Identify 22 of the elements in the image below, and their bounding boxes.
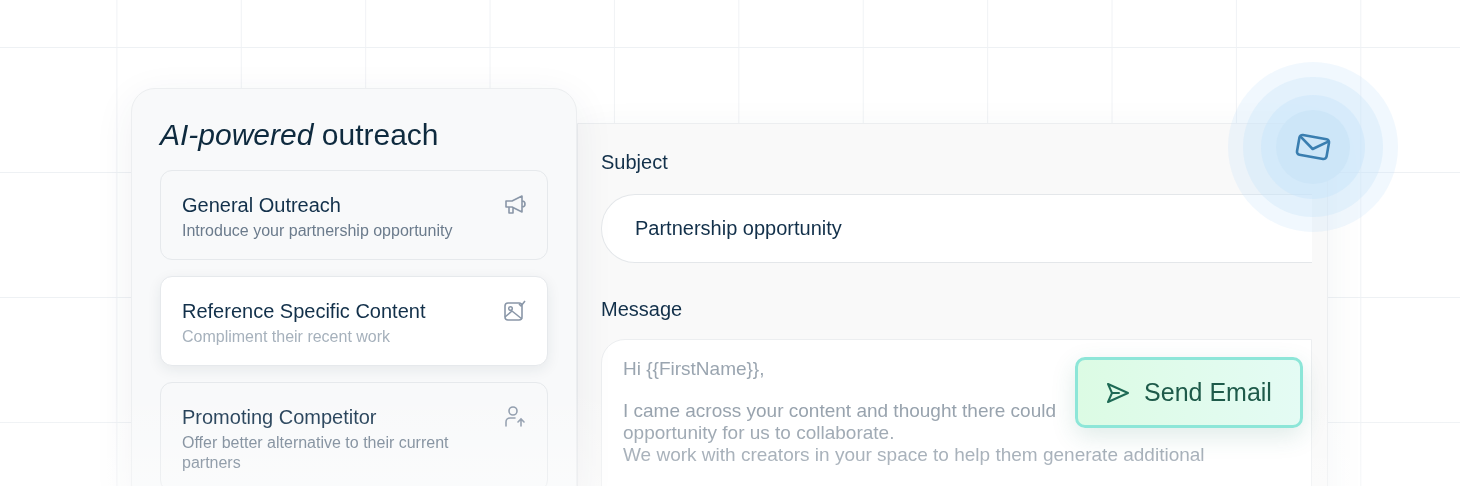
option-title: General Outreach — [182, 193, 342, 217]
message-text: opportunity for us to collaborate. — [623, 422, 896, 444]
send-icon — [1106, 381, 1131, 404]
template-option[interactable]: Reference Specific Content Compliment their recent work — [160, 276, 548, 366]
template-option[interactable]: General Outreach Introduce your partnership opportunity — [160, 170, 548, 260]
subject-field[interactable]: Partnership opportunity — [601, 194, 1312, 263]
option-description: Offer better alternative to their current partners — [182, 433, 450, 473]
user-arrow-icon — [503, 405, 527, 429]
send-email-button[interactable]: Send Email — [1075, 357, 1303, 428]
image-check-icon — [503, 299, 527, 323]
option-description: Compliment their recent work — [182, 327, 392, 347]
message-text: Hi {{FirstName}}, — [623, 358, 766, 380]
message-text: We work with creators in your space to help them generate additional — [623, 444, 1206, 466]
option-title: Promoting Competitor — [182, 405, 378, 429]
megaphone-icon — [503, 193, 527, 217]
option-title: Reference Specific Content — [182, 299, 426, 323]
template-option[interactable]: Promoting Competitor Offer better alternative to their current partners — [160, 382, 548, 486]
subject-label: Subject — [601, 150, 669, 174]
panel-heading: AI-powered outreach — [160, 117, 440, 153]
option-description: Introduce your partnership opportunity — [182, 221, 453, 241]
message-text: I came across your content and thought there could — [623, 400, 1058, 422]
message-label: Message — [601, 297, 684, 321]
